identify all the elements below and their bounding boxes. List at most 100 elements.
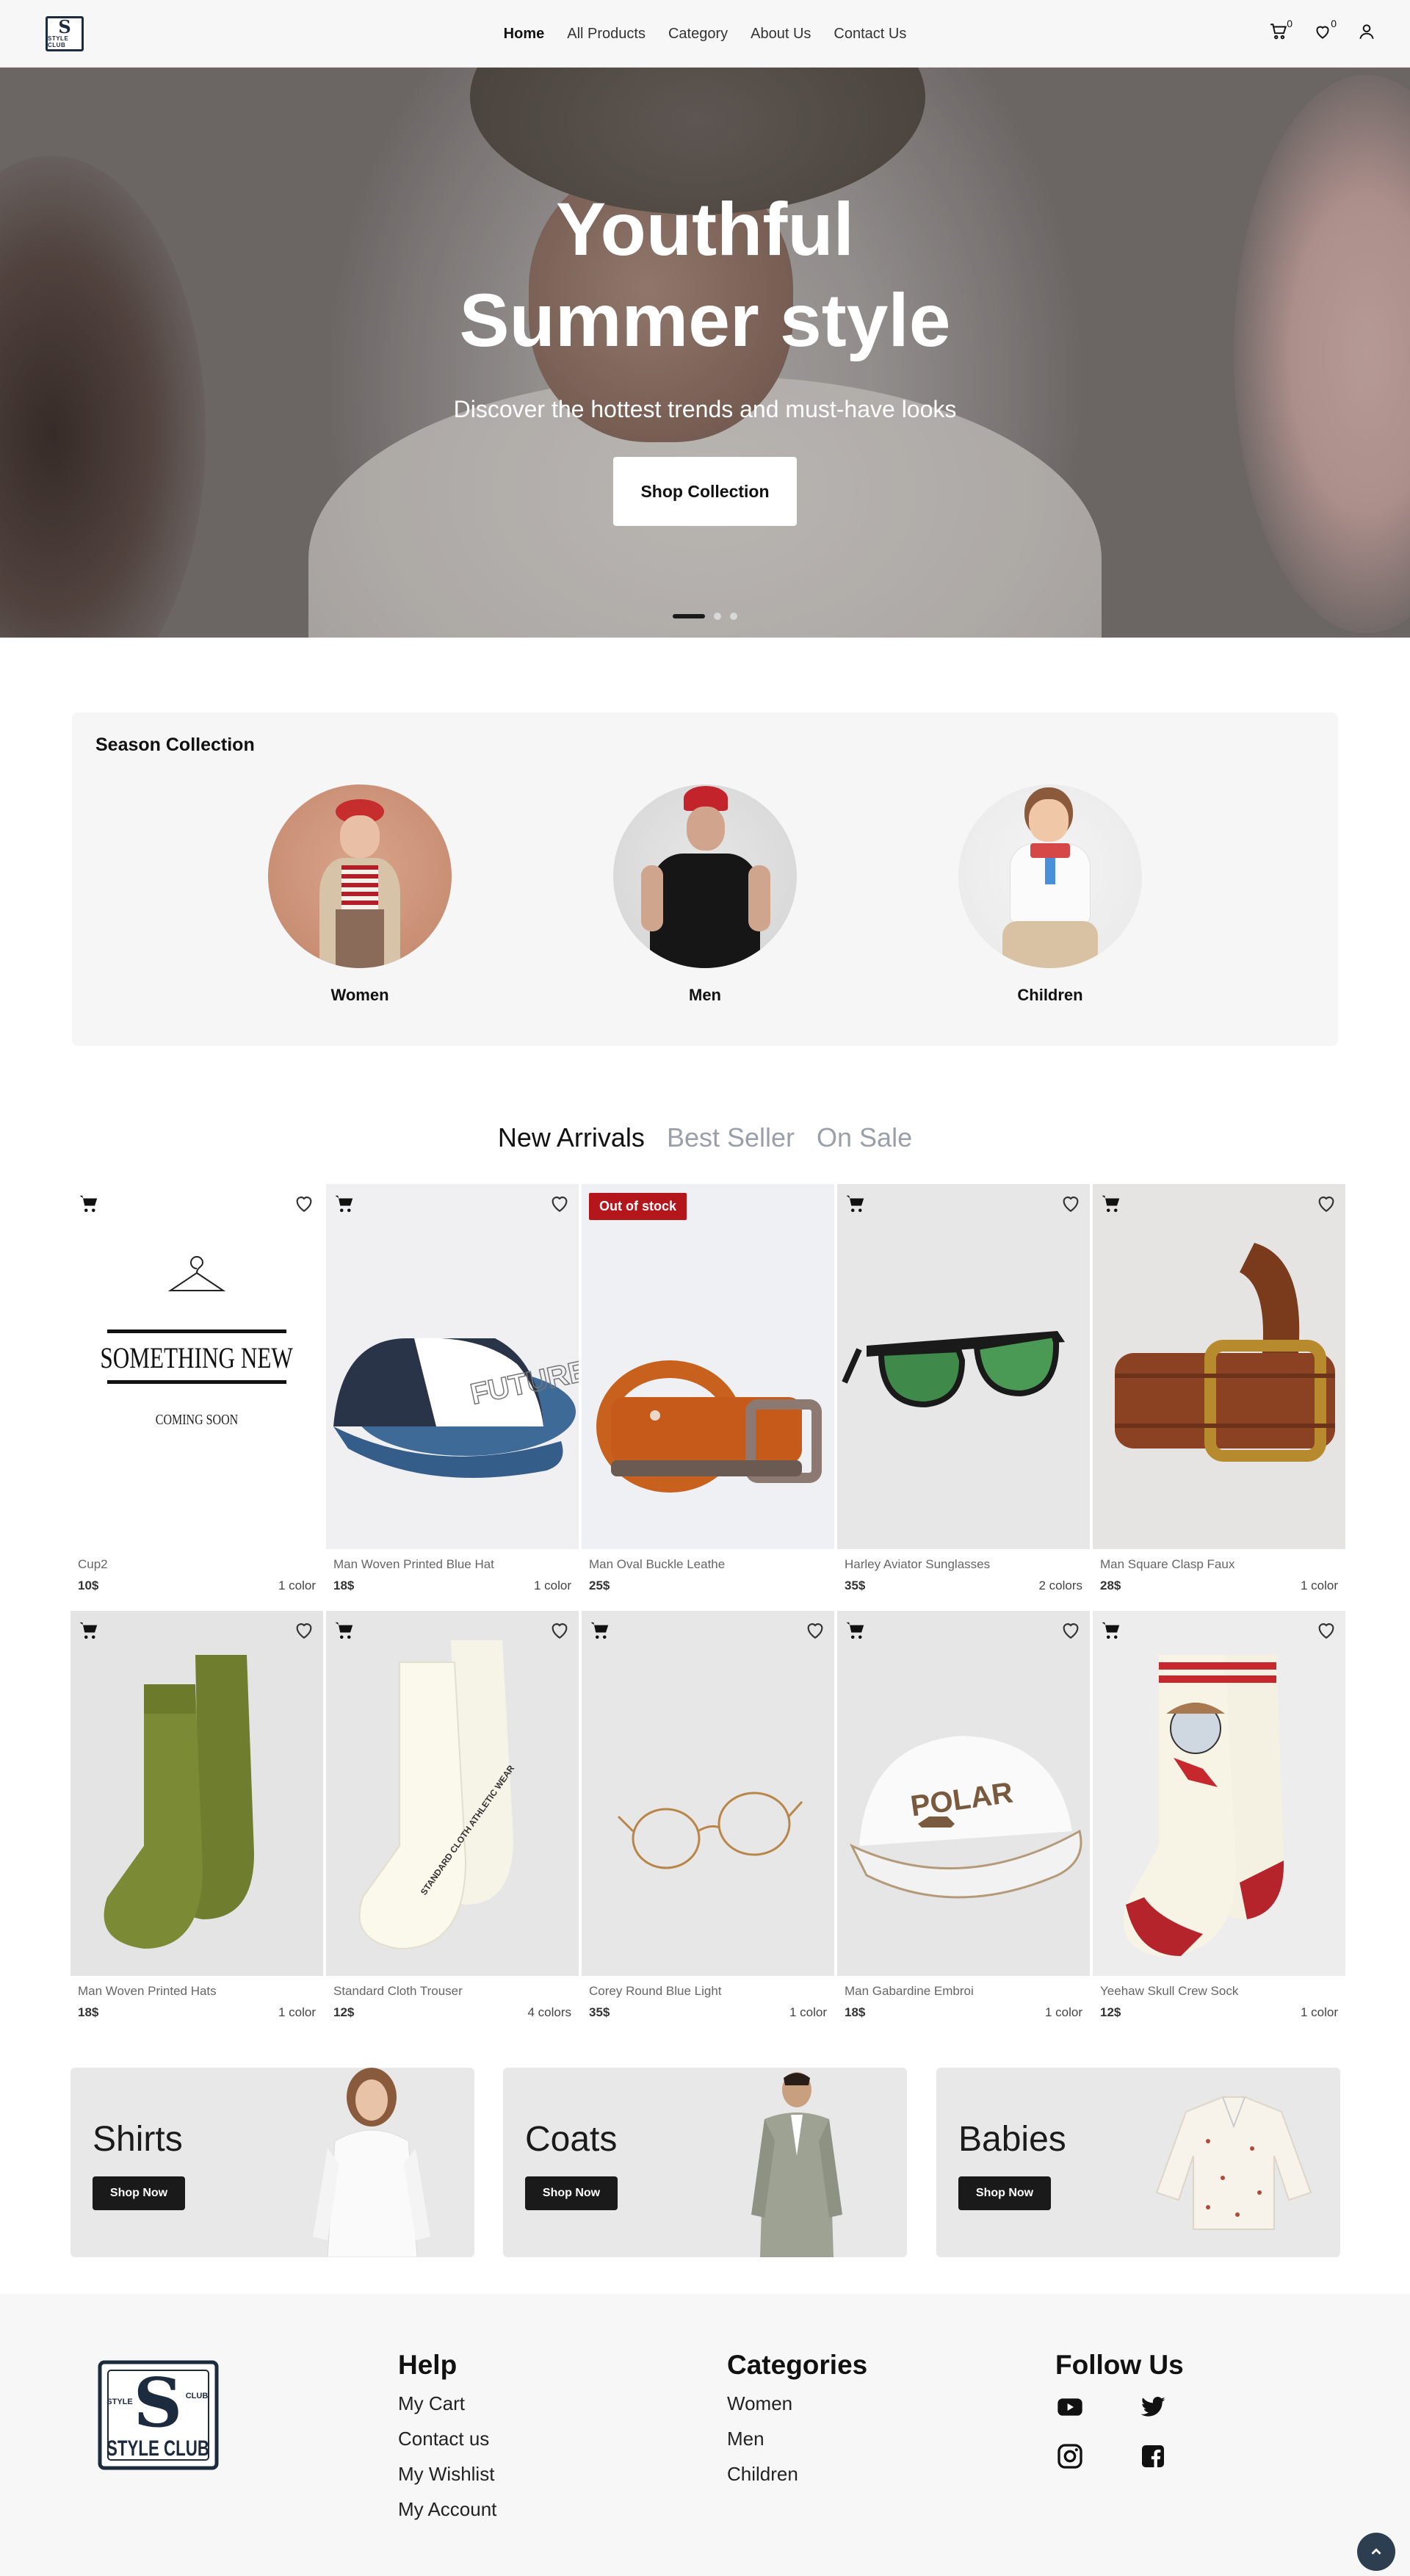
promo-title: Babies [958, 2120, 1066, 2159]
product-image[interactable]: FUTURE [326, 1184, 579, 1549]
carousel-dot[interactable] [714, 613, 721, 620]
carousel-dot[interactable] [730, 613, 737, 620]
nav-about-us[interactable]: About Us [751, 26, 811, 43]
product-name[interactable]: Standard Cloth Trouser [333, 1984, 463, 1999]
shop-now-button[interactable]: Shop Now [958, 2176, 1051, 2210]
add-to-cart-icon[interactable] [78, 1193, 100, 1215]
product-card[interactable]: Man Square Clasp Faux 28$ 1 color [1093, 1184, 1345, 1606]
product-colors: 1 color [1300, 1579, 1338, 1592]
youtube-icon[interactable] [1055, 2392, 1085, 2422]
product-price: 18$ [845, 2005, 866, 2019]
add-to-cart-icon[interactable] [845, 1193, 867, 1215]
scroll-to-top-button[interactable] [1357, 2533, 1395, 2571]
tab-on-sale[interactable]: On Sale [817, 1122, 912, 1153]
product-name[interactable]: Man Oval Buckle Leathe [589, 1557, 725, 1572]
wishlist-heart-icon[interactable] [292, 1618, 316, 1642]
product-image[interactable]: SOMETHING NEW COMING SOON [70, 1184, 323, 1549]
chevron-up-icon [1371, 2548, 1381, 2555]
shop-now-button[interactable]: Shop Now [93, 2176, 185, 2210]
tab-new-arrivals[interactable]: New Arrivals [498, 1122, 645, 1153]
add-to-cart-icon[interactable] [333, 1620, 355, 1642]
season-item-children[interactable]: Children [958, 784, 1142, 1005]
promo-coats[interactable]: Coats Shop Now [503, 2068, 907, 2257]
add-to-cart-icon[interactable] [1100, 1193, 1122, 1215]
product-name[interactable]: Yeehaw Skull Crew Sock [1100, 1984, 1238, 1999]
wishlist-heart-icon[interactable] [548, 1191, 571, 1215]
add-to-cart-icon[interactable] [333, 1193, 355, 1215]
promo-babies[interactable]: Babies Shop Now [936, 2068, 1340, 2257]
footer-link-my-account[interactable]: My Account [398, 2498, 496, 2521]
wishlist-heart-icon[interactable] [803, 1618, 827, 1642]
footer-logo[interactable]: S STYLE CLUB STYLE CLUB [98, 2360, 219, 2470]
product-card[interactable]: Man Woven Printed Hats 18$ 1 color [70, 1611, 323, 2032]
nav-home[interactable]: Home [504, 26, 545, 43]
product-card[interactable]: Harley Aviator Sunglasses 35$ 2 colors [837, 1184, 1090, 1606]
wishlist-heart-icon[interactable] [292, 1191, 316, 1215]
add-to-cart-icon[interactable] [1100, 1620, 1122, 1642]
footer-link-children[interactable]: Children [727, 2463, 867, 2486]
nav-all-products[interactable]: All Products [567, 26, 646, 43]
wishlist-heart-icon[interactable] [1059, 1618, 1082, 1642]
product-image[interactable] [70, 1611, 323, 1976]
carousel-dot[interactable] [673, 614, 705, 618]
promo-babies-image [1155, 2096, 1312, 2230]
promo-coats-image [751, 2072, 842, 2257]
account-button[interactable] [1356, 19, 1378, 44]
product-image[interactable]: Out of stock [582, 1184, 834, 1549]
tab-best-seller[interactable]: Best Seller [667, 1122, 795, 1153]
product-image[interactable] [1093, 1611, 1345, 1976]
promo-shirts[interactable]: Shirts Shop Now [70, 2068, 474, 2257]
footer-link-contact-us[interactable]: Contact us [398, 2428, 496, 2450]
product-image[interactable]: STANDARD CLOTH ATHLETIC WEAR [326, 1611, 579, 1976]
nav-category[interactable]: Category [668, 26, 728, 43]
product-image[interactable] [582, 1611, 834, 1976]
wishlist-heart-icon[interactable] [1315, 1618, 1338, 1642]
add-to-cart-icon[interactable] [845, 1620, 867, 1642]
hero-banner: Youthful Summer style Discover the hotte… [0, 68, 1410, 638]
product-card[interactable]: Yeehaw Skull Crew Sock 12$ 1 color [1093, 1611, 1345, 2032]
season-item-women[interactable]: Women [268, 784, 452, 1005]
instagram-icon[interactable] [1055, 2442, 1085, 2471]
product-name[interactable]: Cup2 [78, 1557, 108, 1572]
product-card[interactable]: STANDARD CLOTH ATHLETIC WEAR Standard Cl… [326, 1611, 579, 2032]
wishlist-button[interactable]: 0 [1312, 18, 1337, 44]
product-name[interactable]: Harley Aviator Sunglasses [845, 1557, 990, 1572]
nav-icons: 0 0 [1268, 18, 1378, 44]
footer-link-my-cart[interactable]: My Cart [398, 2392, 496, 2415]
cap-graphic: FUTURE [333, 1338, 579, 1478]
product-card[interactable]: SOMETHING NEW COMING SOON Cup2 10$ 1 col… [70, 1184, 323, 1606]
product-name[interactable]: Corey Round Blue Light [589, 1984, 722, 1999]
facebook-icon[interactable] [1138, 2442, 1168, 2471]
cart-button[interactable]: 0 [1268, 18, 1292, 44]
twitter-icon[interactable] [1138, 2392, 1168, 2422]
socks-graphic: STANDARD CLOTH ATHLETIC WEAR [358, 1640, 516, 1950]
season-item-men[interactable]: Men [613, 784, 797, 1005]
product-image[interactable]: POLAR [837, 1611, 1090, 1976]
product-price: 35$ [589, 2005, 610, 2019]
promo-title: Coats [525, 2120, 618, 2159]
product-image[interactable] [837, 1184, 1090, 1549]
product-name[interactable]: Man Gabardine Embroi [845, 1984, 974, 1999]
wishlist-heart-icon[interactable] [1059, 1191, 1082, 1215]
add-to-cart-icon[interactable] [589, 1620, 611, 1642]
footer-link-men[interactable]: Men [727, 2428, 867, 2450]
nav-contact-us[interactable]: Contact Us [834, 26, 906, 43]
add-to-cart-icon[interactable] [78, 1620, 100, 1642]
product-name[interactable]: Man Square Clasp Faux [1100, 1557, 1234, 1572]
footer-link-women[interactable]: Women [727, 2392, 867, 2415]
footer-link-my-wishlist[interactable]: My Wishlist [398, 2463, 496, 2486]
product-card[interactable]: Corey Round Blue Light 35$ 1 color [582, 1611, 834, 2032]
product-card[interactable]: Out of stock Man Oval Buckle Leathe 25$ [582, 1184, 834, 1606]
coming-soon-graphic: SOMETHING NEW COMING SOON [100, 1256, 293, 1427]
belt-graphic [1115, 1243, 1335, 1462]
product-image[interactable] [1093, 1184, 1345, 1549]
shop-now-button[interactable]: Shop Now [525, 2176, 618, 2210]
wishlist-heart-icon[interactable] [1315, 1191, 1338, 1215]
product-name[interactable]: Man Woven Printed Hats [78, 1984, 217, 1999]
product-card[interactable]: FUTURE Man Woven Printed Blue Hat 18$ 1 … [326, 1184, 579, 1606]
wishlist-heart-icon[interactable] [548, 1618, 571, 1642]
shop-collection-button[interactable]: Shop Collection [613, 457, 797, 526]
product-price: 28$ [1100, 1579, 1121, 1592]
product-card[interactable]: POLAR Man Gabardine Embroi 18$ 1 color [837, 1611, 1090, 2032]
product-name[interactable]: Man Woven Printed Blue Hat [333, 1557, 494, 1572]
